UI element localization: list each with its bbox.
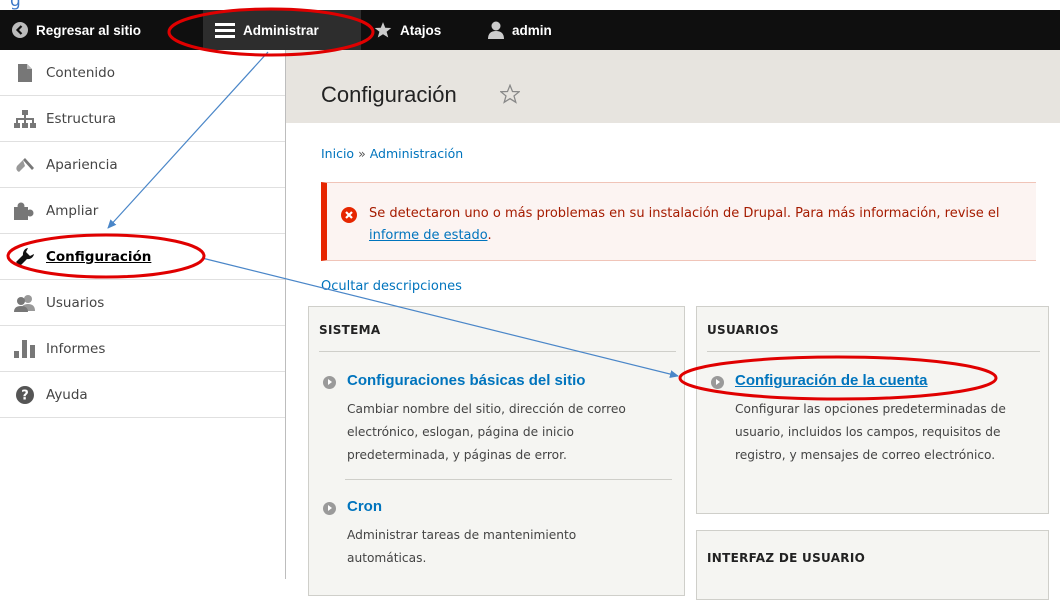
manage-label: Administrar <box>243 22 319 38</box>
hierarchy-icon <box>14 109 36 129</box>
main-content: Configuración Inicio » Administración Se… <box>286 50 1060 600</box>
sidebar-item-label: Ampliar <box>46 202 99 219</box>
panel-title: INTERFAZ DE USUARIO <box>707 551 866 565</box>
breadcrumb: Inicio » Administración <box>321 146 463 161</box>
back-to-site-label: Regresar al sitio <box>36 22 142 38</box>
entry-description: Cambiar nombre del sitio, dirección de c… <box>347 402 626 462</box>
arrow-bullet-icon <box>323 376 336 389</box>
wrench-icon <box>14 247 36 267</box>
sidebar-item-label: Usuarios <box>46 294 105 311</box>
chevron-left-circle-icon <box>12 22 28 38</box>
user-icon <box>488 21 504 39</box>
account-settings-link[interactable]: Configuración de la cuenta <box>735 372 928 389</box>
panel-title: SISTEMA <box>319 323 381 337</box>
star-icon <box>374 21 392 39</box>
shortcuts-label: Atajos <box>400 22 442 38</box>
users-icon <box>14 293 36 313</box>
sidebar-item-label: Ayuda <box>46 386 88 403</box>
error-icon <box>341 207 357 227</box>
sidebar-item-label: Estructura <box>46 110 117 127</box>
sidebar-item-structure[interactable]: Estructura <box>0 96 285 142</box>
error-text-after: . <box>487 228 492 243</box>
sidebar-item-label: Configuración <box>46 248 152 265</box>
user-menu-button[interactable]: admin <box>488 10 552 50</box>
panel-system: SISTEMA Configuraciones básicas del siti… <box>308 306 685 596</box>
entry-description: Configurar las opciones predeterminadas … <box>735 402 1006 462</box>
add-shortcut-star-icon[interactable] <box>499 83 521 108</box>
breadcrumb-separator: » <box>358 146 366 161</box>
cron-link[interactable]: Cron <box>347 498 382 515</box>
bar-chart-icon <box>14 339 36 359</box>
page-header: Configuración <box>286 50 1060 123</box>
error-text: Se detectaron uno o más problemas en su … <box>369 203 1029 247</box>
sidebar-item-label: Apariencia <box>46 156 118 173</box>
status-report-link[interactable]: informe de estado <box>369 228 488 243</box>
admin-toolbar: Regresar al sitio Administrar Atajos adm… <box>0 10 1060 50</box>
sidebar-item-appearance[interactable]: Apariencia <box>0 142 285 188</box>
sidebar-item-extend[interactable]: Ampliar <box>0 188 285 234</box>
cropped-heading: g <box>0 0 1060 10</box>
panel-divider <box>707 351 1040 352</box>
sidebar-item-help[interactable]: ? Ayuda <box>0 372 285 418</box>
help-icon: ? <box>14 385 36 405</box>
panel-divider <box>319 351 676 352</box>
sidebar-item-reports[interactable]: Informes <box>0 326 285 372</box>
arrow-bullet-icon <box>711 376 724 389</box>
page-title: Configuración <box>321 82 457 107</box>
arrow-bullet-icon <box>323 502 336 515</box>
panel-users: USUARIOS Configuración de la cuenta Conf… <box>696 306 1049 514</box>
sidebar-item-configuration[interactable]: Configuración <box>0 234 285 280</box>
hide-descriptions-link[interactable]: Ocultar descripciones <box>321 279 462 294</box>
breadcrumb-home-link[interactable]: Inicio <box>321 146 354 161</box>
sidebar-item-label: Informes <box>46 340 106 357</box>
file-icon <box>14 63 36 83</box>
back-to-site-link[interactable]: Regresar al sitio <box>12 10 141 50</box>
error-text-before: Se detectaron uno o más problemas en su … <box>369 206 1000 221</box>
user-label: admin <box>512 22 552 38</box>
manage-menu-button[interactable]: Administrar <box>203 10 361 50</box>
hamburger-icon <box>215 22 235 38</box>
puzzle-icon <box>14 201 36 221</box>
breadcrumb-admin-link[interactable]: Administración <box>370 146 463 161</box>
admin-sidebar: Contenido Estructura Apariencia Ampliar … <box>0 50 286 579</box>
panel-user-interface: INTERFAZ DE USUARIO <box>696 530 1049 600</box>
entry-description: Administrar tareas de mantenimiento auto… <box>347 528 577 565</box>
error-message: Se detectaron uno o más problemas en su … <box>321 182 1036 261</box>
entry-divider <box>345 479 672 480</box>
panel-title: USUARIOS <box>707 323 779 337</box>
sidebar-item-content[interactable]: Contenido <box>0 50 285 96</box>
svg-text:?: ? <box>21 388 29 403</box>
sidebar-item-label: Contenido <box>46 64 115 81</box>
shortcuts-menu-button[interactable]: Atajos <box>374 10 441 50</box>
brush-icon <box>14 155 36 175</box>
basic-site-settings-link[interactable]: Configuraciones básicas del sitio <box>347 372 585 389</box>
sidebar-item-people[interactable]: Usuarios <box>0 280 285 326</box>
